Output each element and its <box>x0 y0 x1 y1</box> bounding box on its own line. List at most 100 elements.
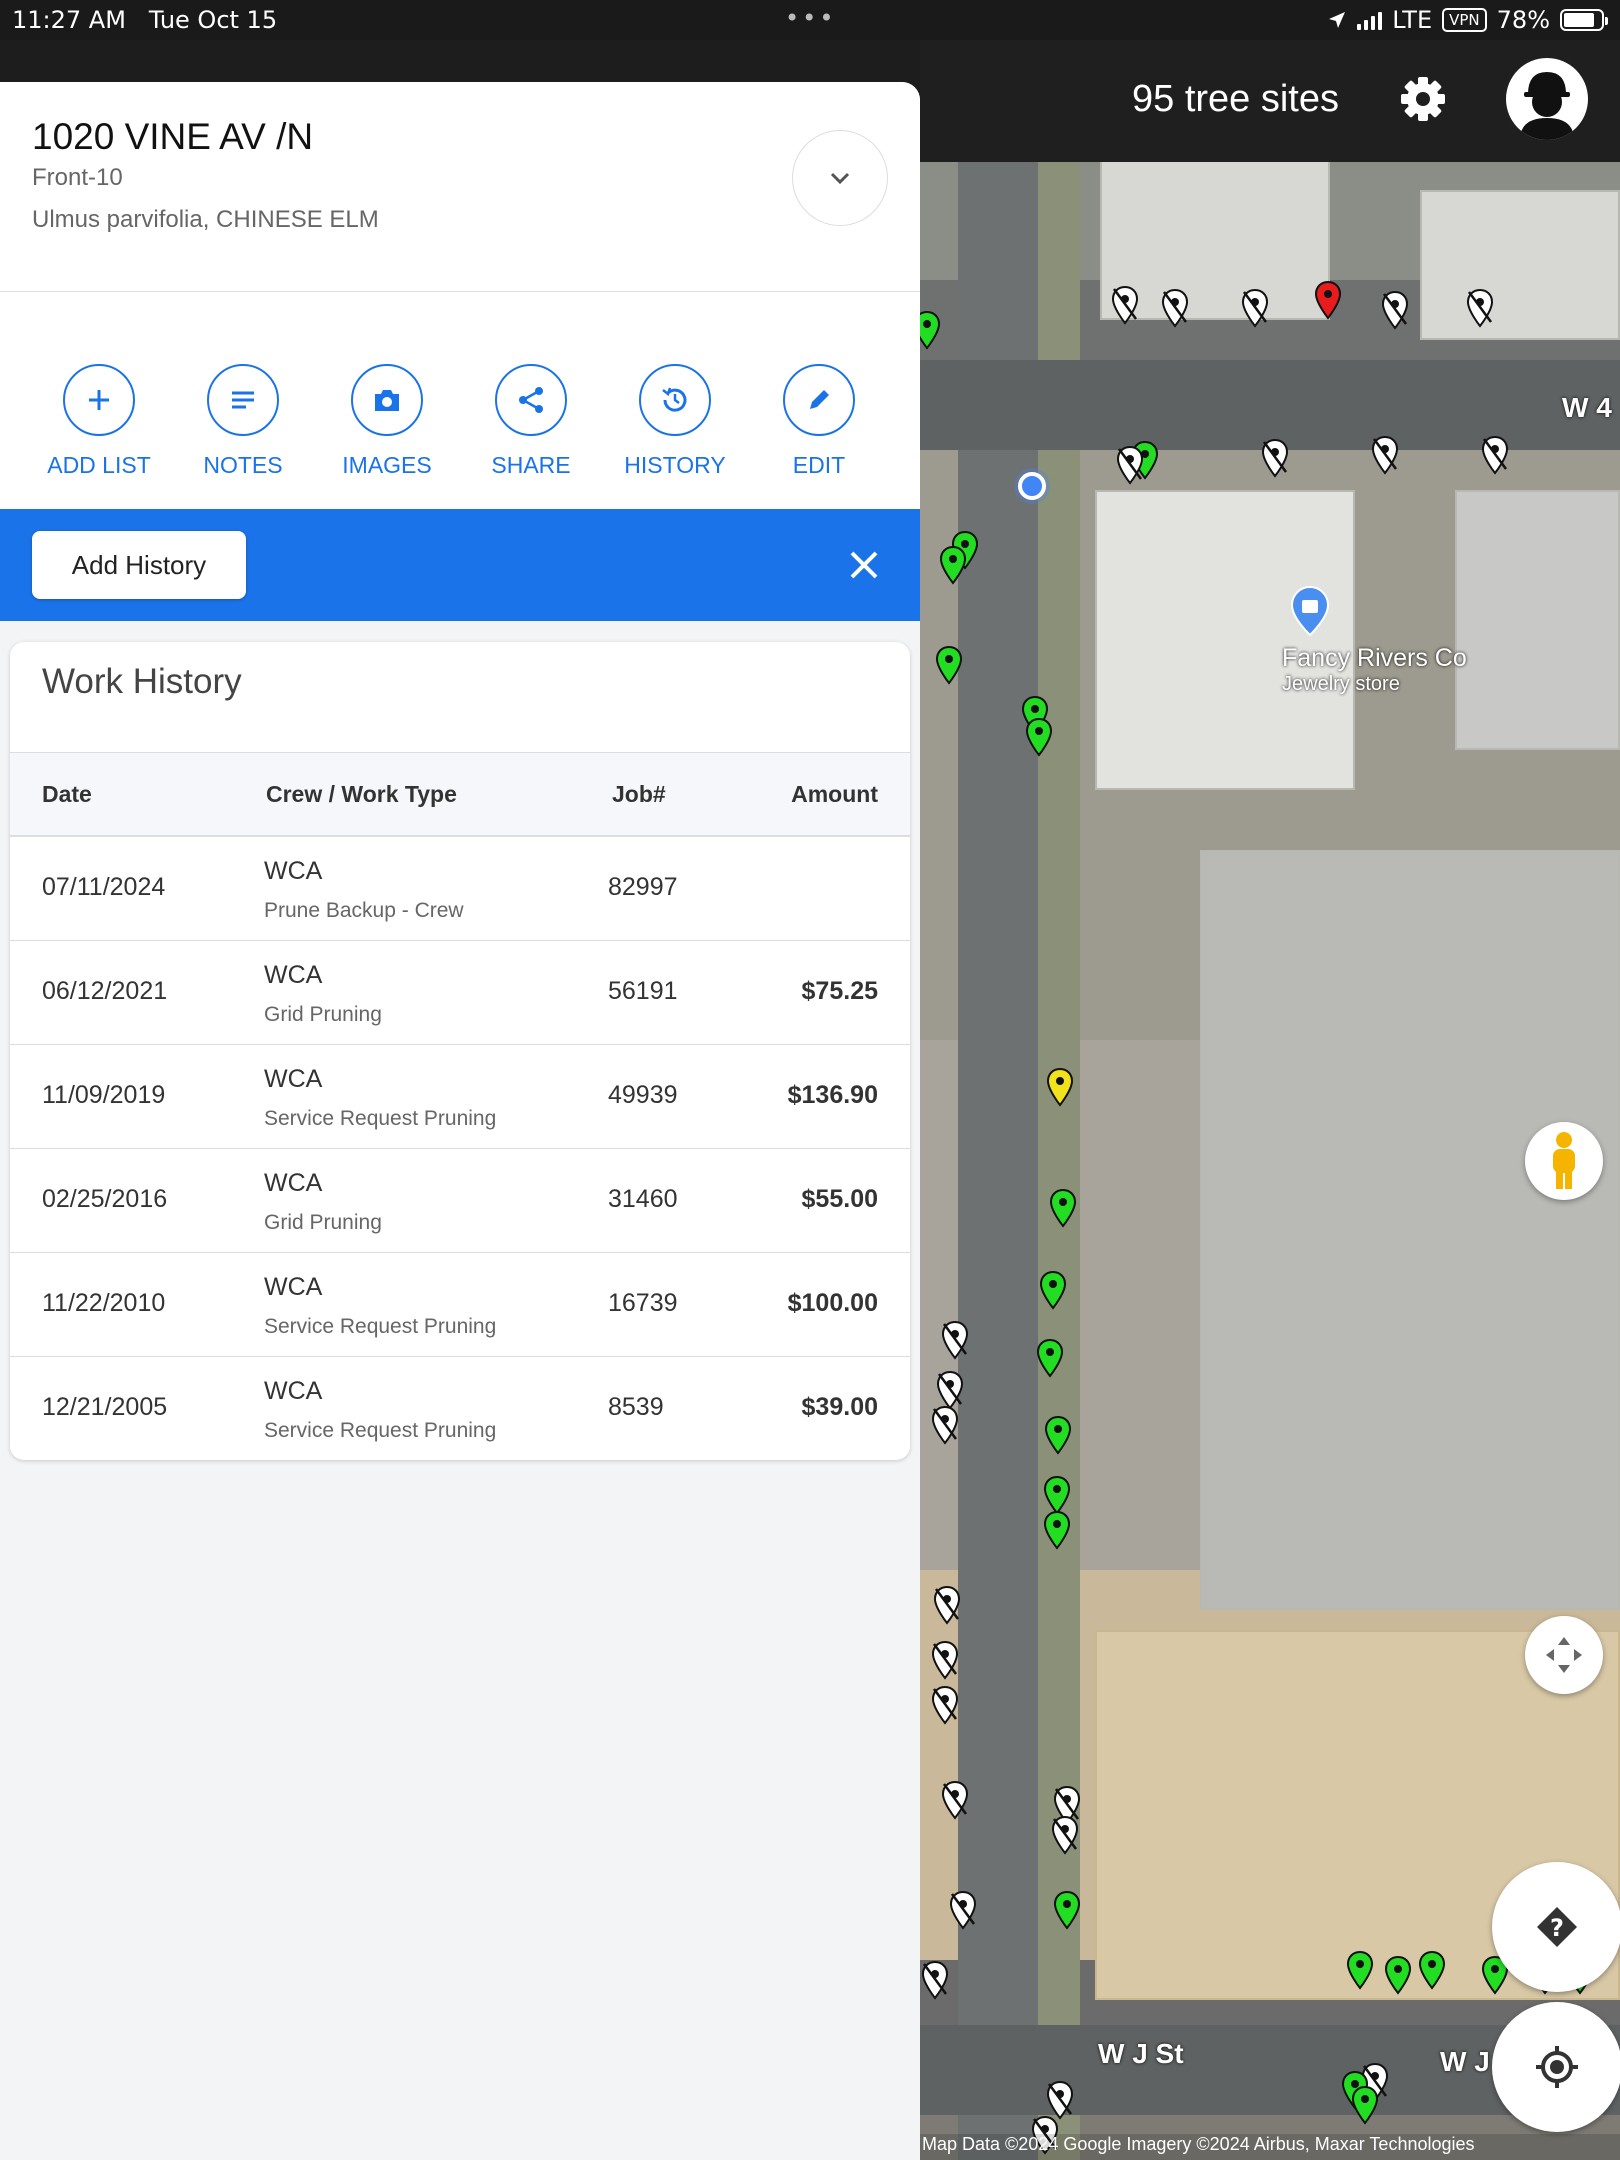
inactive-tree-pin-icon[interactable] <box>1380 290 1410 330</box>
avatar[interactable] <box>1506 58 1588 140</box>
action-label: IMAGES <box>342 452 432 478</box>
tree-pin-icon[interactable] <box>938 545 968 585</box>
table-row[interactable]: 12/21/2005 WCA Service Request Pruning 8539… <box>10 1357 910 1460</box>
multitask-dots[interactable]: ••• <box>785 4 836 32</box>
tree-pin-icon[interactable] <box>1024 717 1054 757</box>
map-view[interactable]: W 4 W J St W J Fancy Rivers Co Jewelry s… <box>920 40 1620 2160</box>
notes-icon <box>232 391 254 409</box>
table-row[interactable]: 11/09/2019 WCA Service Request Pruning 4993… <box>10 1045 910 1149</box>
shopping-bag-pin-icon <box>1290 585 1330 637</box>
inactive-tree-pin-icon[interactable] <box>1110 285 1140 325</box>
row-work-type: Service Request Pruning <box>264 1419 497 1442</box>
work-history-card: Work History Date Crew / Work Type Job# … <box>10 642 910 1460</box>
gear-icon[interactable] <box>1398 74 1448 124</box>
battery-icon <box>1560 9 1608 31</box>
inactive-tree-pin-icon[interactable] <box>1370 435 1400 475</box>
tree-pin-icon[interactable] <box>1042 1510 1072 1550</box>
tree-sites-count: 95 tree sites <box>1132 78 1339 120</box>
row-work-type: Service Request Pruning <box>264 1107 497 1130</box>
row-date: 11/22/2010 <box>42 1289 166 1317</box>
inactive-tree-pin-icon[interactable] <box>930 1685 960 1725</box>
close-icon[interactable] <box>846 547 882 583</box>
row-work-type: Service Request Pruning <box>264 1315 497 1338</box>
column-header-date: Date <box>42 781 92 807</box>
tree-pin-icon[interactable] <box>934 645 964 685</box>
inactive-tree-pin-icon[interactable] <box>1115 445 1145 485</box>
tree-pin-icon[interactable] <box>1345 1950 1375 1990</box>
my-location-button[interactable] <box>1492 2002 1620 2132</box>
tree-pin-icon[interactable] <box>1035 1338 1065 1378</box>
row-job-number: 16739 <box>608 1289 678 1317</box>
inactive-tree-pin-icon[interactable] <box>935 1370 965 1410</box>
status-indicators: LTE VPN 78% <box>1327 6 1608 34</box>
inactive-tree-pin-icon[interactable] <box>930 1640 960 1680</box>
row-work-type: Grid Pruning <box>264 1003 382 1026</box>
species-label: Ulmus parvifolia, CHINESE ELM <box>32 206 379 233</box>
tree-pin-icon[interactable] <box>1043 1415 1073 1455</box>
tree-pin-icon[interactable] <box>1313 280 1343 320</box>
tree-pin-icon[interactable] <box>1045 1067 1075 1107</box>
action-bar: ADD LIST NOTES IMAGES SHARE HISTORY EDIT <box>0 292 920 509</box>
tree-pin-icon[interactable] <box>920 310 942 350</box>
tree-pin-icon[interactable] <box>1417 1950 1447 1990</box>
building <box>1420 190 1620 340</box>
inactive-tree-pin-icon[interactable] <box>940 1320 970 1360</box>
row-crew: WCA <box>264 1065 323 1093</box>
table-row[interactable]: 06/12/2021 WCA Grid Pruning 56191 $75.25 <box>10 941 910 1045</box>
inactive-tree-pin-icon[interactable] <box>1480 435 1510 475</box>
history-button[interactable]: HISTORY <box>600 364 750 479</box>
tree-pin-icon[interactable] <box>1052 1890 1082 1930</box>
inactive-tree-pin-icon[interactable] <box>948 1890 978 1930</box>
road-label-wj: W J St <box>1098 2038 1184 2069</box>
add-list-button[interactable]: ADD LIST <box>24 364 174 479</box>
inactive-tree-pin-icon[interactable] <box>1465 288 1495 328</box>
action-label: NOTES <box>203 452 283 478</box>
table-row[interactable]: 02/25/2016 WCA Grid Pruning 31460 $55.00 <box>10 1149 910 1253</box>
row-amount: $136.90 <box>787 1081 878 1109</box>
collapse-button[interactable] <box>792 130 888 226</box>
fullscreen-button[interactable] <box>1525 1616 1603 1694</box>
tree-pin-icon[interactable] <box>1350 2085 1380 2125</box>
history-icon <box>662 387 687 412</box>
help-button[interactable]: ? <box>1492 1862 1620 1992</box>
tree-pin-icon[interactable] <box>1038 1270 1068 1310</box>
tree-pin-icon[interactable] <box>1048 1188 1078 1228</box>
tree-pin-icon[interactable] <box>1042 1475 1072 1515</box>
history-toolbar: Add History <box>0 509 920 621</box>
expand-arrows-icon <box>1546 1637 1582 1673</box>
pencil-icon <box>810 390 829 409</box>
inactive-tree-pin-icon[interactable] <box>1260 438 1290 478</box>
inactive-tree-pin-icon[interactable] <box>930 1405 960 1445</box>
street-view-pegman[interactable] <box>1525 1122 1603 1200</box>
poi-fancy-rivers[interactable]: Fancy Rivers Co Jewelry store <box>1282 585 1467 696</box>
inactive-tree-pin-icon[interactable] <box>932 1585 962 1625</box>
row-job-number: 56191 <box>608 977 678 1005</box>
tree-pin-icon[interactable] <box>1383 1955 1413 1995</box>
site-label: Front-10 <box>32 164 123 191</box>
chevron-down-icon <box>830 172 850 185</box>
edit-button[interactable]: EDIT <box>744 364 894 479</box>
share-button[interactable]: SHARE <box>456 364 606 479</box>
row-crew: WCA <box>264 1377 323 1405</box>
row-crew: WCA <box>264 857 323 885</box>
row-date: 12/21/2005 <box>42 1393 168 1421</box>
status-bar: 11:27 AM Tue Oct 15 ••• LTE VPN 78% <box>0 0 1620 40</box>
inactive-tree-pin-icon[interactable] <box>1045 2080 1075 2120</box>
inactive-tree-pin-icon[interactable] <box>1160 288 1190 328</box>
inactive-tree-pin-icon[interactable] <box>1050 1815 1080 1855</box>
table-row[interactable]: 07/11/2024 WCA Prune Backup - Crew 82997 <box>10 837 910 941</box>
column-header-crew: Crew / Work Type <box>266 781 457 807</box>
inactive-tree-pin-icon[interactable] <box>920 1960 950 2000</box>
notes-button[interactable]: NOTES <box>168 364 318 479</box>
images-button[interactable]: IMAGES <box>312 364 462 479</box>
action-label: SHARE <box>491 452 571 478</box>
table-row[interactable]: 11/22/2010 WCA Service Request Pruning 1673… <box>10 1253 910 1357</box>
row-work-type: Prune Backup - Crew <box>264 899 464 922</box>
status-time: 11:27 AM Tue Oct 15 <box>12 6 278 34</box>
row-date: 11/09/2019 <box>42 1081 166 1109</box>
address-title: 1020 VINE AV /N <box>32 116 314 157</box>
inactive-tree-pin-icon[interactable] <box>940 1780 970 1820</box>
add-history-button[interactable]: Add History <box>32 531 246 599</box>
inactive-tree-pin-icon[interactable] <box>1240 288 1270 328</box>
share-icon <box>519 387 543 413</box>
